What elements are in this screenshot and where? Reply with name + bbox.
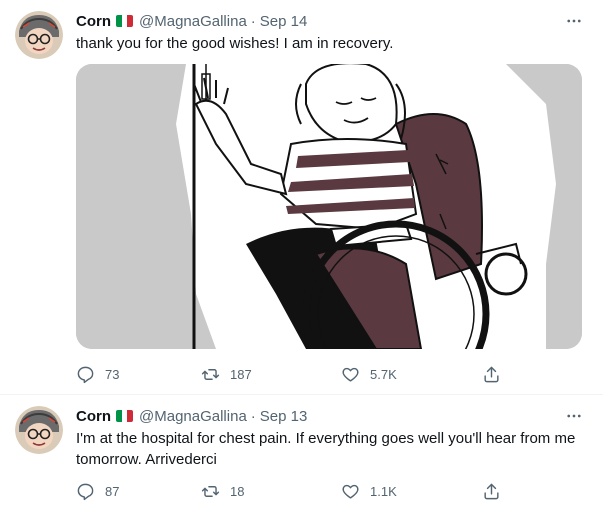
retweet-count: 18 — [230, 483, 245, 499]
italy-flag — [116, 410, 133, 422]
like-count: 1.1K — [370, 483, 397, 499]
avatar[interactable] — [15, 11, 63, 59]
tweet-actions: 87 18 1.1K — [76, 481, 506, 501]
reply-icon — [77, 366, 94, 383]
share-icon — [484, 483, 499, 499]
like-button[interactable]: 5.7K — [341, 365, 397, 384]
retweet-button[interactable]: 187 — [201, 365, 252, 384]
share-button[interactable] — [482, 365, 501, 384]
author-name[interactable]: Corn — [76, 408, 111, 425]
share-button[interactable] — [482, 482, 501, 501]
tweet-actions: 73 187 5.7K — [76, 364, 506, 384]
tweet-text: I'm at the hospital for chest pain. If e… — [76, 430, 576, 468]
author-handle[interactable]: @MagnaGallina — [139, 13, 247, 30]
avatar[interactable] — [15, 406, 63, 454]
tweet-header: Corn @MagnaGallina · Sep 14 — [76, 11, 307, 31]
tweet-date[interactable]: Sep 14 — [260, 13, 308, 30]
reply-icon — [77, 483, 94, 500]
share-icon — [484, 366, 499, 382]
like-count: 5.7K — [370, 366, 397, 382]
tweet-date[interactable]: Sep 13 — [260, 408, 308, 425]
like-button[interactable]: 1.1K — [341, 482, 397, 501]
author-name[interactable]: Corn — [76, 13, 111, 30]
drawing-image — [76, 64, 582, 349]
retweet-count: 187 — [230, 366, 252, 382]
separator-dot: · — [250, 407, 256, 425]
like-icon — [342, 367, 359, 382]
author-handle[interactable]: @MagnaGallina — [139, 408, 247, 425]
retweet-button[interactable]: 18 — [201, 482, 244, 501]
reply-count: 87 — [105, 483, 120, 499]
more-icon[interactable] — [563, 10, 585, 32]
italy-flag — [116, 15, 133, 27]
reply-button[interactable]: 87 — [76, 482, 119, 501]
retweet-icon — [201, 368, 220, 380]
reply-button[interactable]: 73 — [76, 365, 119, 384]
tweet-text: thank you for the good wishes! I am in r… — [76, 35, 394, 52]
tweet-header: Corn @MagnaGallina · Sep 13 — [76, 406, 307, 426]
retweet-icon — [201, 485, 220, 497]
more-icon[interactable] — [563, 405, 585, 427]
tweet[interactable]: Corn @MagnaGallina · Sep 14 thank you fo… — [0, 0, 603, 395]
like-icon — [342, 484, 359, 499]
tweet-media[interactable] — [76, 64, 582, 349]
separator-dot: · — [250, 12, 256, 30]
reply-count: 73 — [105, 366, 120, 382]
